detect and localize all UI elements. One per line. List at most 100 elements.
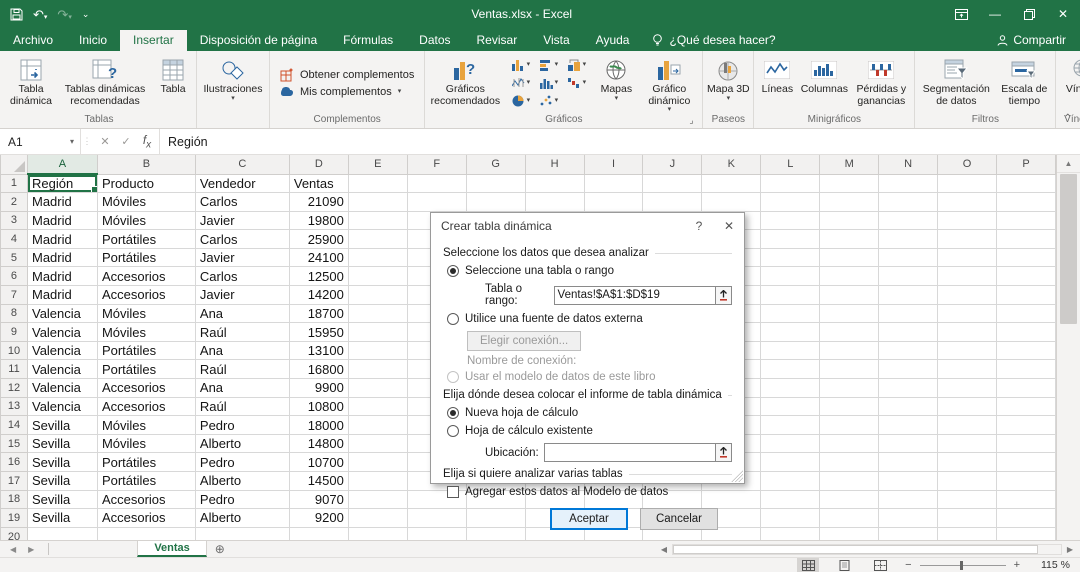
cell-A1[interactable]: Región bbox=[27, 174, 97, 193]
zoom-slider-thumb[interactable] bbox=[960, 561, 963, 570]
sparkline-columns-button[interactable]: Columnas bbox=[798, 52, 850, 113]
cell-L2[interactable] bbox=[761, 193, 820, 212]
column-header-p[interactable]: P bbox=[996, 155, 1055, 174]
cell-O13[interactable] bbox=[938, 397, 997, 416]
cell-L11[interactable] bbox=[761, 360, 820, 379]
cell-D10[interactable]: 13100 bbox=[289, 341, 348, 360]
cell-D20[interactable] bbox=[289, 527, 348, 540]
cell-C13[interactable]: Raúl bbox=[195, 397, 289, 416]
row-header-17[interactable]: 17 bbox=[1, 472, 28, 491]
tab-ayuda[interactable]: Ayuda bbox=[583, 30, 643, 51]
cell-G2[interactable] bbox=[466, 193, 525, 212]
cell-L14[interactable] bbox=[761, 416, 820, 435]
cell-M5[interactable] bbox=[820, 248, 879, 267]
cell-N19[interactable] bbox=[879, 509, 938, 528]
tab-datos[interactable]: Datos bbox=[406, 30, 463, 51]
cell-B16[interactable]: Portátiles bbox=[97, 453, 195, 472]
radio-existing-worksheet[interactable]: Hoja de cálculo existente bbox=[443, 425, 732, 437]
cell-B5[interactable]: Portátiles bbox=[97, 248, 195, 267]
cell-P15[interactable] bbox=[996, 434, 1055, 453]
range-selector-icon[interactable] bbox=[716, 286, 732, 305]
timeline-button[interactable]: Escala de tiempo bbox=[995, 52, 1053, 113]
cell-E2[interactable] bbox=[348, 193, 407, 212]
page-layout-view-icon[interactable] bbox=[833, 558, 855, 572]
cell-L1[interactable] bbox=[761, 174, 820, 193]
horizontal-scroll-thumb[interactable] bbox=[673, 545, 1038, 554]
cell-L16[interactable] bbox=[761, 453, 820, 472]
cell-B19[interactable]: Accesorios bbox=[97, 509, 195, 528]
cell-K2[interactable] bbox=[702, 193, 761, 212]
cell-C1[interactable]: Vendedor bbox=[195, 174, 289, 193]
row-header-13[interactable]: 13 bbox=[1, 397, 28, 416]
collapse-ribbon-icon[interactable]: ⌃ bbox=[1064, 113, 1072, 124]
cell-B15[interactable]: Móviles bbox=[97, 434, 195, 453]
location-input[interactable] bbox=[544, 443, 716, 462]
cell-B6[interactable]: Accesorios bbox=[97, 267, 195, 286]
recommended-pivot-tables-button[interactable]: ? Tablas dinámicas recomendadas bbox=[58, 52, 152, 113]
cell-L15[interactable] bbox=[761, 434, 820, 453]
name-box[interactable]: A1 ▾ bbox=[0, 129, 81, 154]
cell-M9[interactable] bbox=[820, 323, 879, 342]
cell-N11[interactable] bbox=[879, 360, 938, 379]
cell-L10[interactable] bbox=[761, 341, 820, 360]
undo-icon[interactable]: ↶▾ bbox=[33, 8, 47, 21]
zoom-in-icon[interactable]: + bbox=[1014, 559, 1020, 571]
cell-E17[interactable] bbox=[348, 472, 407, 491]
cell-O9[interactable] bbox=[938, 323, 997, 342]
cell-E20[interactable] bbox=[348, 527, 407, 540]
column-header-d[interactable]: D bbox=[289, 155, 348, 174]
cell-O4[interactable] bbox=[938, 230, 997, 249]
insert-function-icon[interactable]: fx bbox=[137, 133, 157, 150]
cell-N13[interactable] bbox=[879, 397, 938, 416]
row-header-10[interactable]: 10 bbox=[1, 341, 28, 360]
cell-M14[interactable] bbox=[820, 416, 879, 435]
cell-B7[interactable]: Accesorios bbox=[97, 286, 195, 305]
cell-C5[interactable]: Javier bbox=[195, 248, 289, 267]
radio-new-worksheet[interactable]: Nueva hoja de cálculo bbox=[443, 407, 732, 419]
column-header-k[interactable]: K bbox=[702, 155, 761, 174]
cell-A5[interactable]: Madrid bbox=[27, 248, 97, 267]
column-header-f[interactable]: F bbox=[407, 155, 466, 174]
cell-D6[interactable]: 12500 bbox=[289, 267, 348, 286]
table-button[interactable]: Tabla bbox=[152, 52, 194, 113]
cell-C2[interactable]: Carlos bbox=[195, 193, 289, 212]
charts-dialog-launcher[interactable]: ⌟ bbox=[689, 115, 700, 126]
cell-P14[interactable] bbox=[996, 416, 1055, 435]
cell-B4[interactable]: Portátiles bbox=[97, 230, 195, 249]
cell-N2[interactable] bbox=[879, 193, 938, 212]
ribbon-display-options-icon[interactable] bbox=[944, 0, 978, 28]
cell-A18[interactable]: Sevilla bbox=[27, 490, 97, 509]
formula-bar-splitter[interactable]: ⋮ bbox=[81, 129, 93, 154]
cell-K1[interactable] bbox=[702, 174, 761, 193]
cell-M3[interactable] bbox=[820, 211, 879, 230]
cell-P3[interactable] bbox=[996, 211, 1055, 230]
cell-N10[interactable] bbox=[879, 341, 938, 360]
row-header-3[interactable]: 3 bbox=[1, 211, 28, 230]
row-header-4[interactable]: 4 bbox=[1, 230, 28, 249]
cell-A10[interactable]: Valencia bbox=[27, 341, 97, 360]
cell-C4[interactable]: Carlos bbox=[195, 230, 289, 249]
row-header-2[interactable]: 2 bbox=[1, 193, 28, 212]
cell-E12[interactable] bbox=[348, 379, 407, 398]
cell-D12[interactable]: 9900 bbox=[289, 379, 348, 398]
cell-N3[interactable] bbox=[879, 211, 938, 230]
normal-view-icon[interactable] bbox=[797, 558, 819, 572]
cell-I2[interactable] bbox=[584, 193, 643, 212]
scroll-right-icon[interactable]: ▶ bbox=[1062, 545, 1078, 554]
cell-D18[interactable]: 9070 bbox=[289, 490, 348, 509]
sheet-nav-left-icon[interactable]: ◀ bbox=[10, 545, 16, 554]
cell-E6[interactable] bbox=[348, 267, 407, 286]
column-header-e[interactable]: E bbox=[348, 155, 407, 174]
illustrations-button[interactable]: Ilustraciones ▾ bbox=[199, 52, 267, 113]
link-button[interactable]: Vínculo bbox=[1058, 52, 1080, 113]
cell-A16[interactable]: Sevilla bbox=[27, 453, 97, 472]
cell-N7[interactable] bbox=[879, 286, 938, 305]
cell-F1[interactable] bbox=[407, 174, 466, 193]
cell-E19[interactable] bbox=[348, 509, 407, 528]
cell-C7[interactable]: Javier bbox=[195, 286, 289, 305]
cell-E4[interactable] bbox=[348, 230, 407, 249]
cell-O18[interactable] bbox=[938, 490, 997, 509]
close-button[interactable]: ✕ bbox=[1046, 0, 1080, 28]
row-header-6[interactable]: 6 bbox=[1, 267, 28, 286]
cell-B9[interactable]: Móviles bbox=[97, 323, 195, 342]
